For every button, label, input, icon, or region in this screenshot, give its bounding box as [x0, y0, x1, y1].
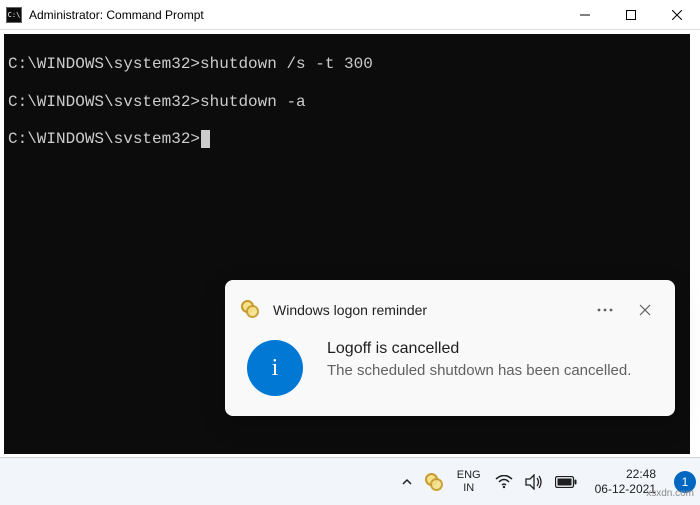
- lang-primary: ENG: [457, 469, 481, 482]
- clock[interactable]: 22:48 06-12-2021: [595, 467, 656, 497]
- notif-count: 1: [682, 475, 689, 489]
- prompt: C:\WINDOWS\svstem32>: [8, 130, 200, 148]
- terminal-line: C:\WINDOWS\svstem32>: [8, 127, 686, 153]
- close-button[interactable]: [654, 0, 700, 29]
- date: 06-12-2021: [595, 482, 656, 497]
- toast-header: Windows logon reminder: [241, 296, 659, 324]
- dismiss-button[interactable]: [631, 296, 659, 324]
- cursor: [201, 130, 210, 148]
- keys-icon: [241, 300, 261, 320]
- wifi-icon[interactable]: [495, 475, 513, 489]
- language-indicator[interactable]: ENG IN: [457, 469, 481, 494]
- maximize-button[interactable]: [608, 0, 654, 29]
- system-tray: ENG IN 22:48 06-12-2021 1: [401, 467, 696, 497]
- cmd-icon: C:\: [6, 7, 22, 23]
- battery-icon[interactable]: [555, 476, 577, 488]
- command: shutdown /s -t 300: [200, 55, 373, 73]
- minimize-button[interactable]: [562, 0, 608, 29]
- tray-overflow-button[interactable]: [401, 476, 413, 488]
- notification-toast[interactable]: Windows logon reminder i Logoff is cance…: [225, 280, 675, 416]
- window-controls: [562, 0, 700, 29]
- window-title: Administrator: Command Prompt: [29, 8, 562, 22]
- keys-tray-icon[interactable]: [425, 473, 443, 491]
- toast-text: Logoff is cancelled The scheduled shutdo…: [327, 340, 631, 396]
- volume-icon[interactable]: [525, 474, 543, 490]
- command: shutdown -a: [200, 93, 306, 111]
- toast-message: The scheduled shutdown has been cancelle…: [327, 360, 631, 381]
- terminal-line: C:\WINDOWS\system32>shutdown /s -t 300: [8, 52, 686, 78]
- lang-secondary: IN: [463, 482, 474, 495]
- info-icon: i: [247, 340, 303, 396]
- info-glyph: i: [272, 355, 279, 382]
- prompt: C:\WINDOWS\system32>: [8, 55, 200, 73]
- more-button[interactable]: [591, 296, 619, 324]
- notification-badge[interactable]: 1: [674, 471, 696, 493]
- toast-body: i Logoff is cancelled The scheduled shut…: [241, 340, 659, 396]
- window-titlebar: C:\ Administrator: Command Prompt: [0, 0, 700, 30]
- toast-title: Logoff is cancelled: [327, 340, 631, 358]
- time: 22:48: [626, 467, 656, 482]
- taskbar: ENG IN 22:48 06-12-2021 1: [0, 457, 700, 505]
- toast-app-name: Windows logon reminder: [273, 302, 579, 318]
- terminal-line: C:\WINDOWS\svstem32>shutdown -a: [8, 90, 686, 116]
- prompt: C:\WINDOWS\svstem32>: [8, 93, 200, 111]
